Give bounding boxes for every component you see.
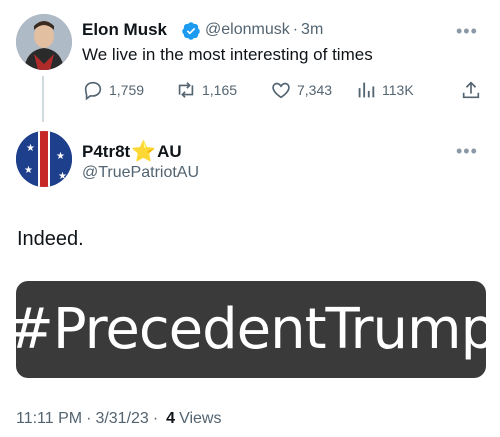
author-handle-and-time[interactable]: @elonmusk · 3m <box>205 21 323 39</box>
share-button[interactable] <box>460 79 487 101</box>
reply-icon <box>84 81 102 101</box>
verified-badge-icon <box>182 22 200 40</box>
svg-text:★: ★ <box>58 171 67 182</box>
svg-text:★: ★ <box>26 143 35 154</box>
retweet-icon <box>178 82 194 98</box>
tweet-time[interactable]: 3m <box>301 21 323 38</box>
author-handle[interactable]: @elonmusk <box>205 21 290 38</box>
reply-count: 1,759 <box>109 82 145 98</box>
hashtag-image-text: #PrecedentTrump <box>6 297 496 362</box>
retweet-count: 1,165 <box>202 82 238 98</box>
author-name[interactable]: Elon Musk <box>82 20 167 40</box>
star-emoji-icon: ⭐ <box>131 141 157 163</box>
reply-author-name-suffix: AU <box>157 141 182 161</box>
tweet-text: We live in the most interesting of times <box>82 45 373 64</box>
views-count: 113K <box>382 82 414 98</box>
post-date[interactable]: 3/31/23 <box>95 410 148 428</box>
separator-dot: · <box>86 410 92 427</box>
like-count: 7,343 <box>297 82 333 98</box>
reply-author-handle[interactable]: @TruePatriotAU <box>82 164 199 182</box>
like-button[interactable]: 7,343 <box>270 79 332 101</box>
views-button[interactable]: 113K <box>355 79 414 101</box>
svg-text:★: ★ <box>24 165 33 176</box>
separator-dot: · <box>152 410 159 427</box>
more-options-icon[interactable]: ••• <box>456 21 478 42</box>
views-label: Views <box>179 410 222 427</box>
reply-avatar[interactable]: ★ ★ ★ ★ <box>16 131 72 187</box>
retweet-button[interactable]: 1,165 <box>175 79 237 101</box>
views-number: 4 <box>166 410 176 427</box>
avatar[interactable] <box>16 14 72 70</box>
flag-avatar-image: ★ ★ ★ ★ <box>16 131 72 187</box>
separator-dot: · <box>292 21 299 38</box>
profile-photo <box>16 14 72 70</box>
reply-button[interactable]: 1,759 <box>82 79 144 101</box>
hashtag-image[interactable]: #PrecedentTrump <box>7 281 496 378</box>
heart-icon <box>272 82 290 99</box>
analytics-icon <box>358 82 375 98</box>
post-time[interactable]: 11:11 PM <box>16 410 82 428</box>
share-icon <box>462 81 480 99</box>
tweet-metadata: 11:11 PM · 3/31/23 · 4 Views <box>16 410 221 428</box>
reply-author-name[interactable]: P4tr8t ⭐ AU <box>82 139 182 164</box>
svg-text:★: ★ <box>56 151 65 162</box>
reply-text: Indeed. <box>17 228 84 250</box>
more-options-icon[interactable]: ••• <box>456 141 478 162</box>
thread-connector-line <box>42 76 44 122</box>
reply-author-name-prefix: P4tr8t <box>82 141 131 161</box>
